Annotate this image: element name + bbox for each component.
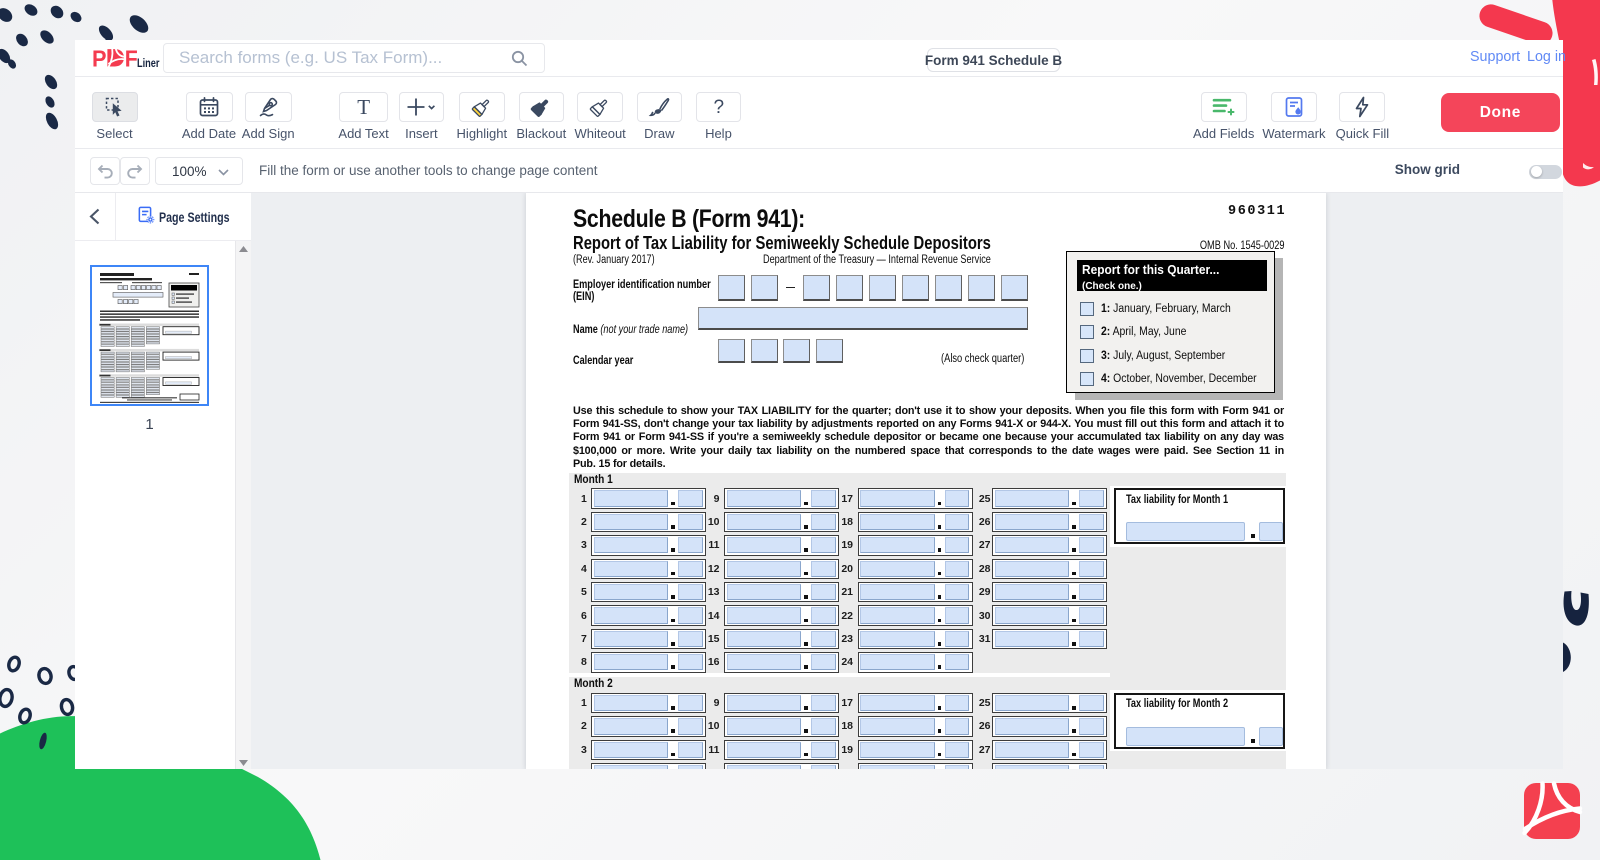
svg-text:P: P <box>92 46 107 72</box>
svg-text:Liner: Liner <box>137 56 160 70</box>
svg-text:T: T <box>357 95 370 119</box>
svg-text:?: ? <box>714 97 725 118</box>
svg-text:F: F <box>125 46 138 72</box>
